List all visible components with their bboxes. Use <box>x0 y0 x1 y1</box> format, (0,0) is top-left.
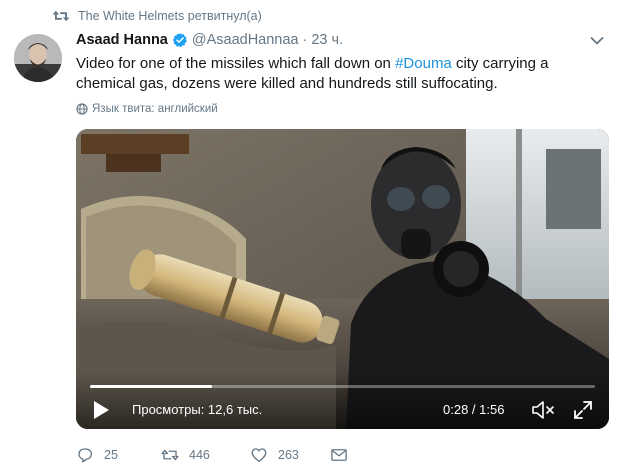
fullscreen-icon[interactable] <box>572 399 594 421</box>
verified-badge-icon <box>172 33 187 48</box>
retweet-count: 446 <box>189 448 210 462</box>
tweet-text-before: Video for one of the missiles which fall… <box>76 55 396 72</box>
separator-dot: · <box>302 32 308 48</box>
volume-muted-icon[interactable] <box>530 399 556 421</box>
video-views: Просмотры: 12,6 тыс. <box>132 402 263 417</box>
video-time: 0:28 / 1:56 <box>443 402 505 417</box>
tweet-header: Asaad Hanna @AsaadHannaa · 23 ч. <box>76 32 343 48</box>
chevron-down-icon[interactable] <box>590 36 604 46</box>
heart-icon <box>251 448 267 463</box>
reply-count: 25 <box>104 448 118 462</box>
reply-icon <box>78 448 93 463</box>
like-count: 263 <box>278 448 299 462</box>
envelope-icon <box>331 449 347 461</box>
tweet-timestamp[interactable]: 23 ч. <box>311 32 343 48</box>
direct-message-button[interactable] <box>330 446 358 464</box>
tweet-language[interactable]: Язык твита: английский <box>76 103 218 115</box>
reply-button[interactable]: 25 <box>76 446 118 464</box>
tweet: The White Helmets ретвитнул(а) Asaad Han… <box>0 0 620 469</box>
video-player[interactable]: Просмотры: 12,6 тыс. 0:28 / 1:56 <box>76 129 609 429</box>
retweet-context-text[interactable]: The White Helmets ретвитнул(а) <box>78 9 262 23</box>
avatar[interactable] <box>14 34 62 82</box>
video-progress-fill <box>90 385 212 388</box>
play-icon[interactable] <box>90 399 112 421</box>
video-progress-bar[interactable] <box>90 385 595 388</box>
author-handle[interactable]: @AsaadHannaa <box>192 32 299 48</box>
retweet-icon <box>52 10 70 22</box>
retweet-action-icon <box>161 449 179 461</box>
video-controls: Просмотры: 12,6 тыс. 0:28 / 1:56 <box>76 371 609 429</box>
globe-icon <box>76 103 88 115</box>
retweet-button[interactable]: 446 <box>161 446 210 464</box>
hashtag-link[interactable]: #Douma <box>395 55 452 72</box>
like-button[interactable]: 263 <box>250 446 299 464</box>
tweet-text: Video for one of the missiles which fall… <box>76 54 608 94</box>
author-fullname[interactable]: Asaad Hanna <box>76 32 168 48</box>
tweet-language-label: Язык твита: английский <box>92 103 218 115</box>
